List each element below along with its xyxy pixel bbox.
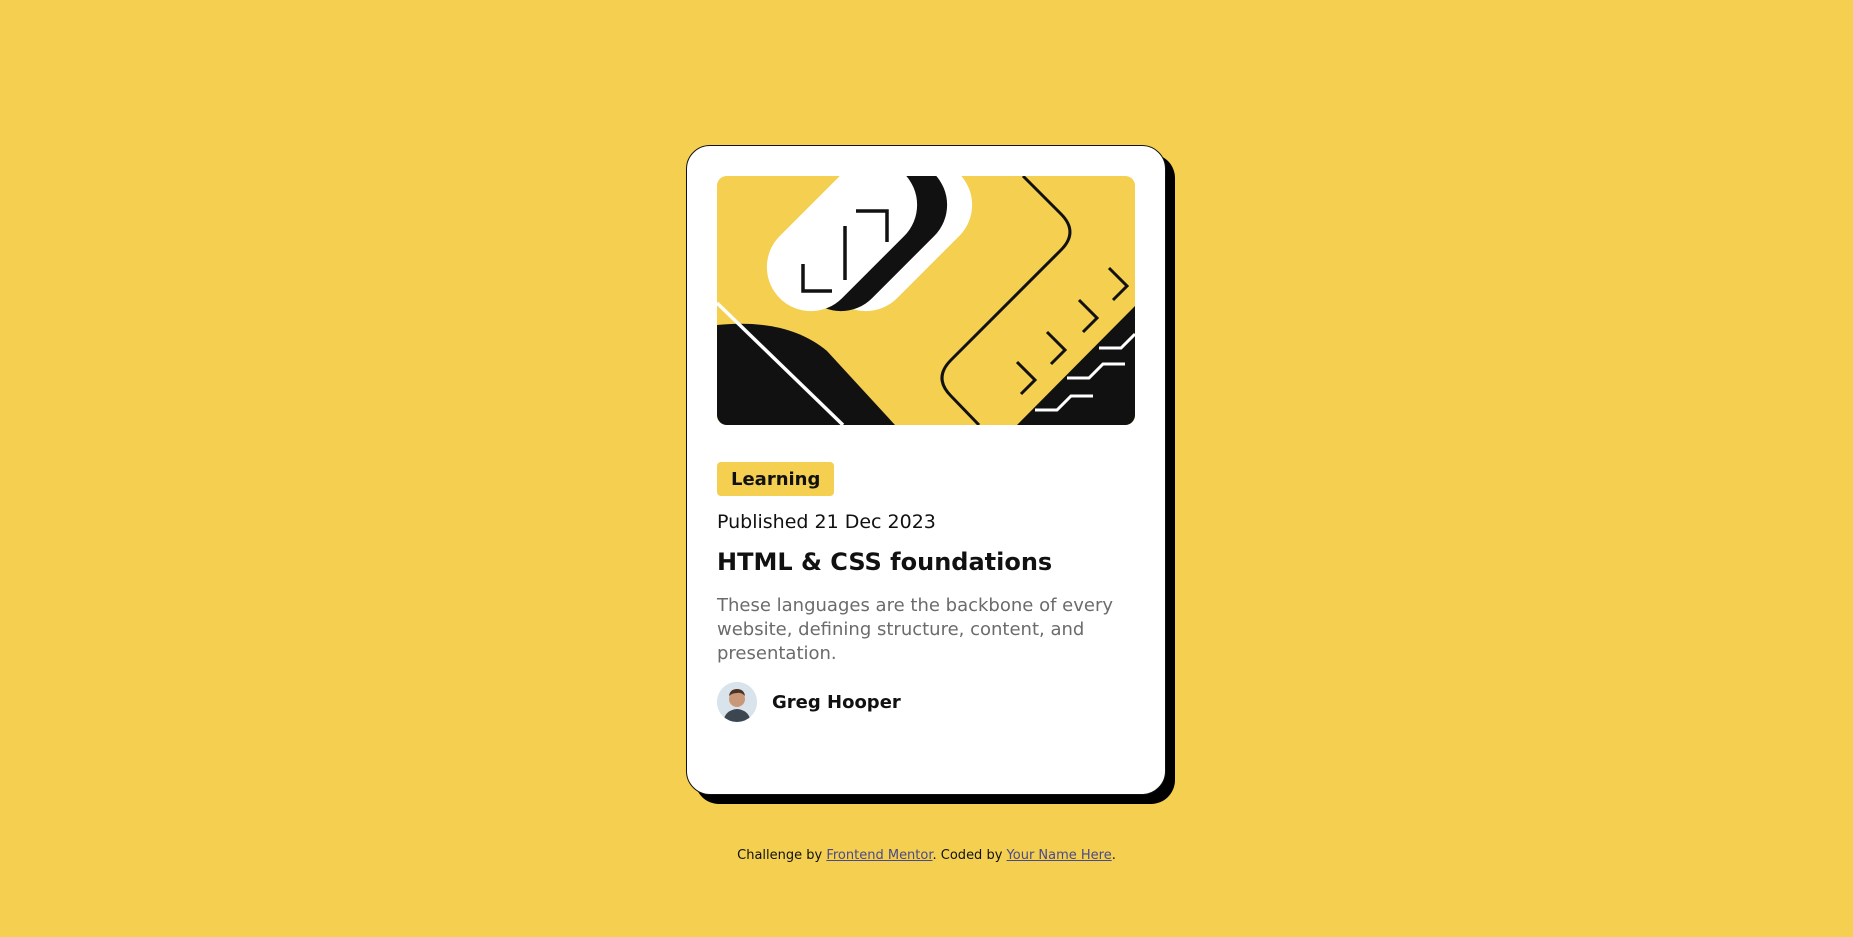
attribution-prefix: Challenge by — [737, 848, 827, 863]
author-name: Greg Hooper — [772, 691, 901, 713]
card-title[interactable]: HTML & CSS foundations — [717, 548, 1052, 576]
attribution-suffix: . — [1111, 848, 1116, 863]
author-link[interactable]: Your Name Here — [1007, 848, 1112, 863]
published-date: Published 21 Dec 2023 — [717, 511, 936, 533]
author-avatar — [717, 682, 757, 722]
abstract-illustration-icon — [717, 176, 1135, 425]
card-description: These languages are the backbone of ever… — [717, 595, 1113, 664]
blog-preview-card: Learning Published 21 Dec 2023 HTML & CS… — [686, 145, 1166, 795]
category-tag[interactable]: Learning — [717, 462, 835, 496]
author-info: Greg Hooper — [717, 682, 901, 722]
attribution-middle: . Coded by — [932, 848, 1007, 863]
avatar-icon — [717, 682, 757, 722]
frontend-mentor-link[interactable]: Frontend Mentor — [826, 848, 932, 863]
attribution: Challenge by Frontend Mentor. Coded by Y… — [0, 848, 1853, 863]
card-illustration — [717, 176, 1135, 425]
